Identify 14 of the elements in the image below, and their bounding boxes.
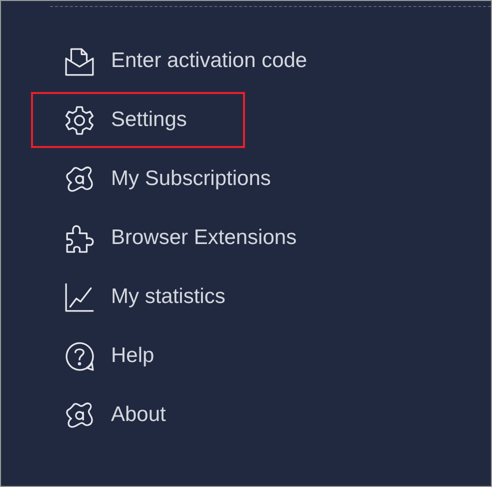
menu-item[interactable]: Enter activation code [31, 33, 316, 89]
splat-icon [64, 400, 95, 430]
help-icon [64, 340, 95, 372]
settings-icon [64, 104, 95, 136]
puzzle-icon [64, 222, 95, 254]
envelope-icon [64, 46, 95, 76]
menu-item[interactable]: About [31, 387, 245, 443]
line-chart-icon [64, 282, 95, 312]
menu-item[interactable]: Settings [31, 92, 245, 148]
menu-item[interactable]: Browser Extensions [31, 210, 305, 266]
menu-item[interactable]: Help [31, 328, 245, 384]
splat-icon [64, 164, 95, 194]
menu-item[interactable]: My statistics [31, 269, 245, 325]
menu-item[interactable]: My Subscriptions [31, 151, 279, 207]
